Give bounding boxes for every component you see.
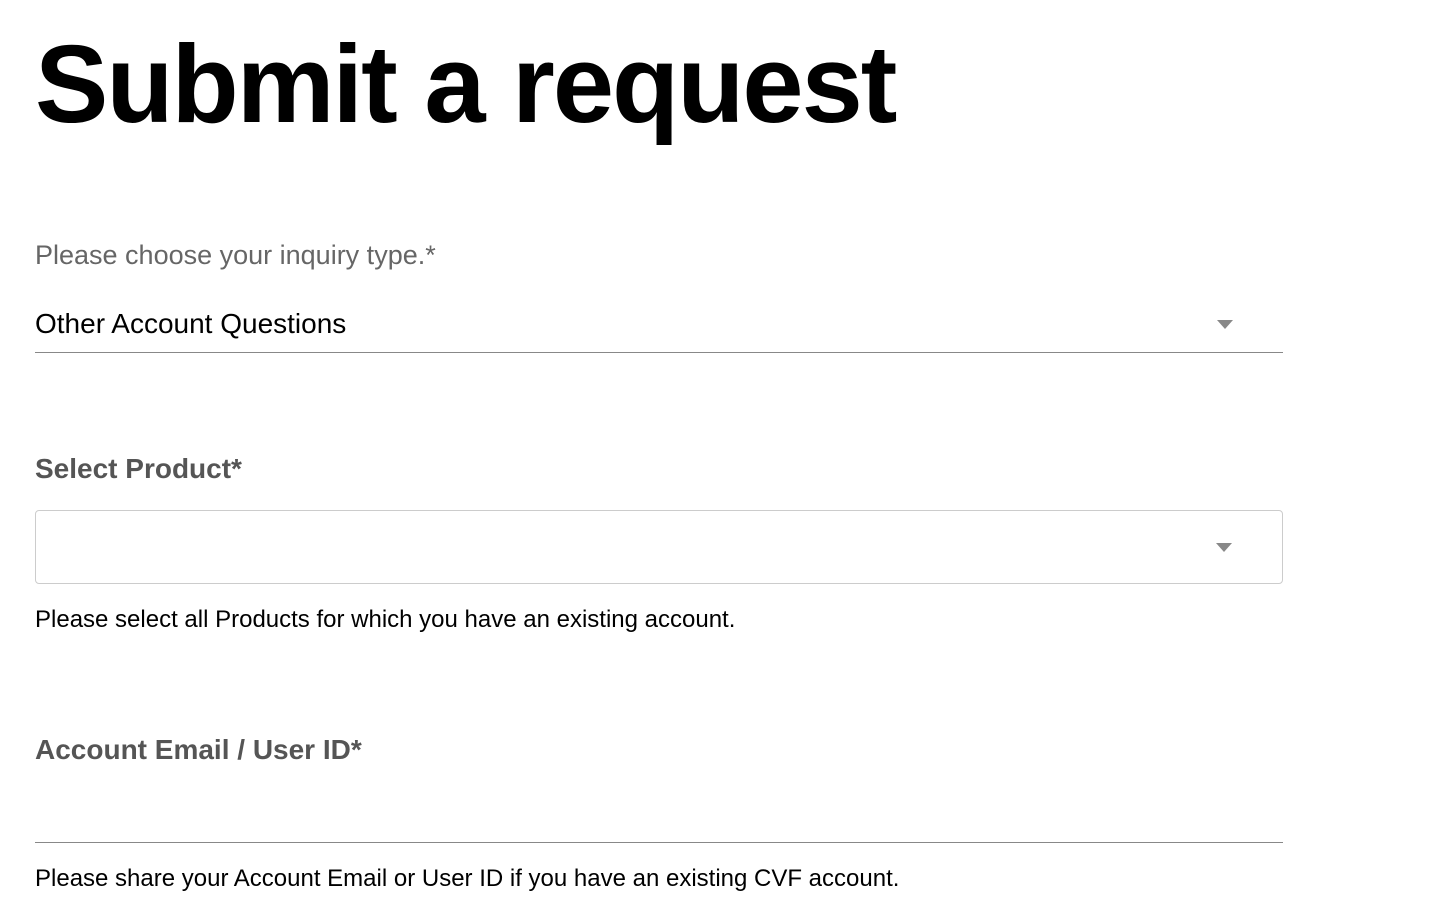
select-product-select[interactable]: [35, 510, 1283, 584]
inquiry-type-label: Please choose your inquiry type.*: [35, 240, 1415, 271]
account-email-input[interactable]: [35, 791, 1283, 843]
inquiry-type-select[interactable]: Other Account Questions: [35, 296, 1283, 353]
chevron-down-icon: [1217, 320, 1233, 329]
inquiry-type-selected-value: Other Account Questions: [35, 308, 346, 340]
account-email-label: Account Email / User ID*: [35, 734, 1415, 766]
inquiry-type-group: Please choose your inquiry type.* Other …: [35, 240, 1415, 353]
select-product-group: Select Product* Please select all Produc…: [35, 453, 1415, 634]
page-title: Submit a request: [35, 30, 1415, 140]
chevron-down-icon: [1216, 543, 1232, 552]
account-email-help-text: Please share your Account Email or User …: [35, 865, 1415, 893]
select-product-help-text: Please select all Products for which you…: [35, 606, 1415, 634]
select-product-label: Select Product*: [35, 453, 1415, 485]
account-email-group: Account Email / User ID* Please share yo…: [35, 734, 1415, 893]
